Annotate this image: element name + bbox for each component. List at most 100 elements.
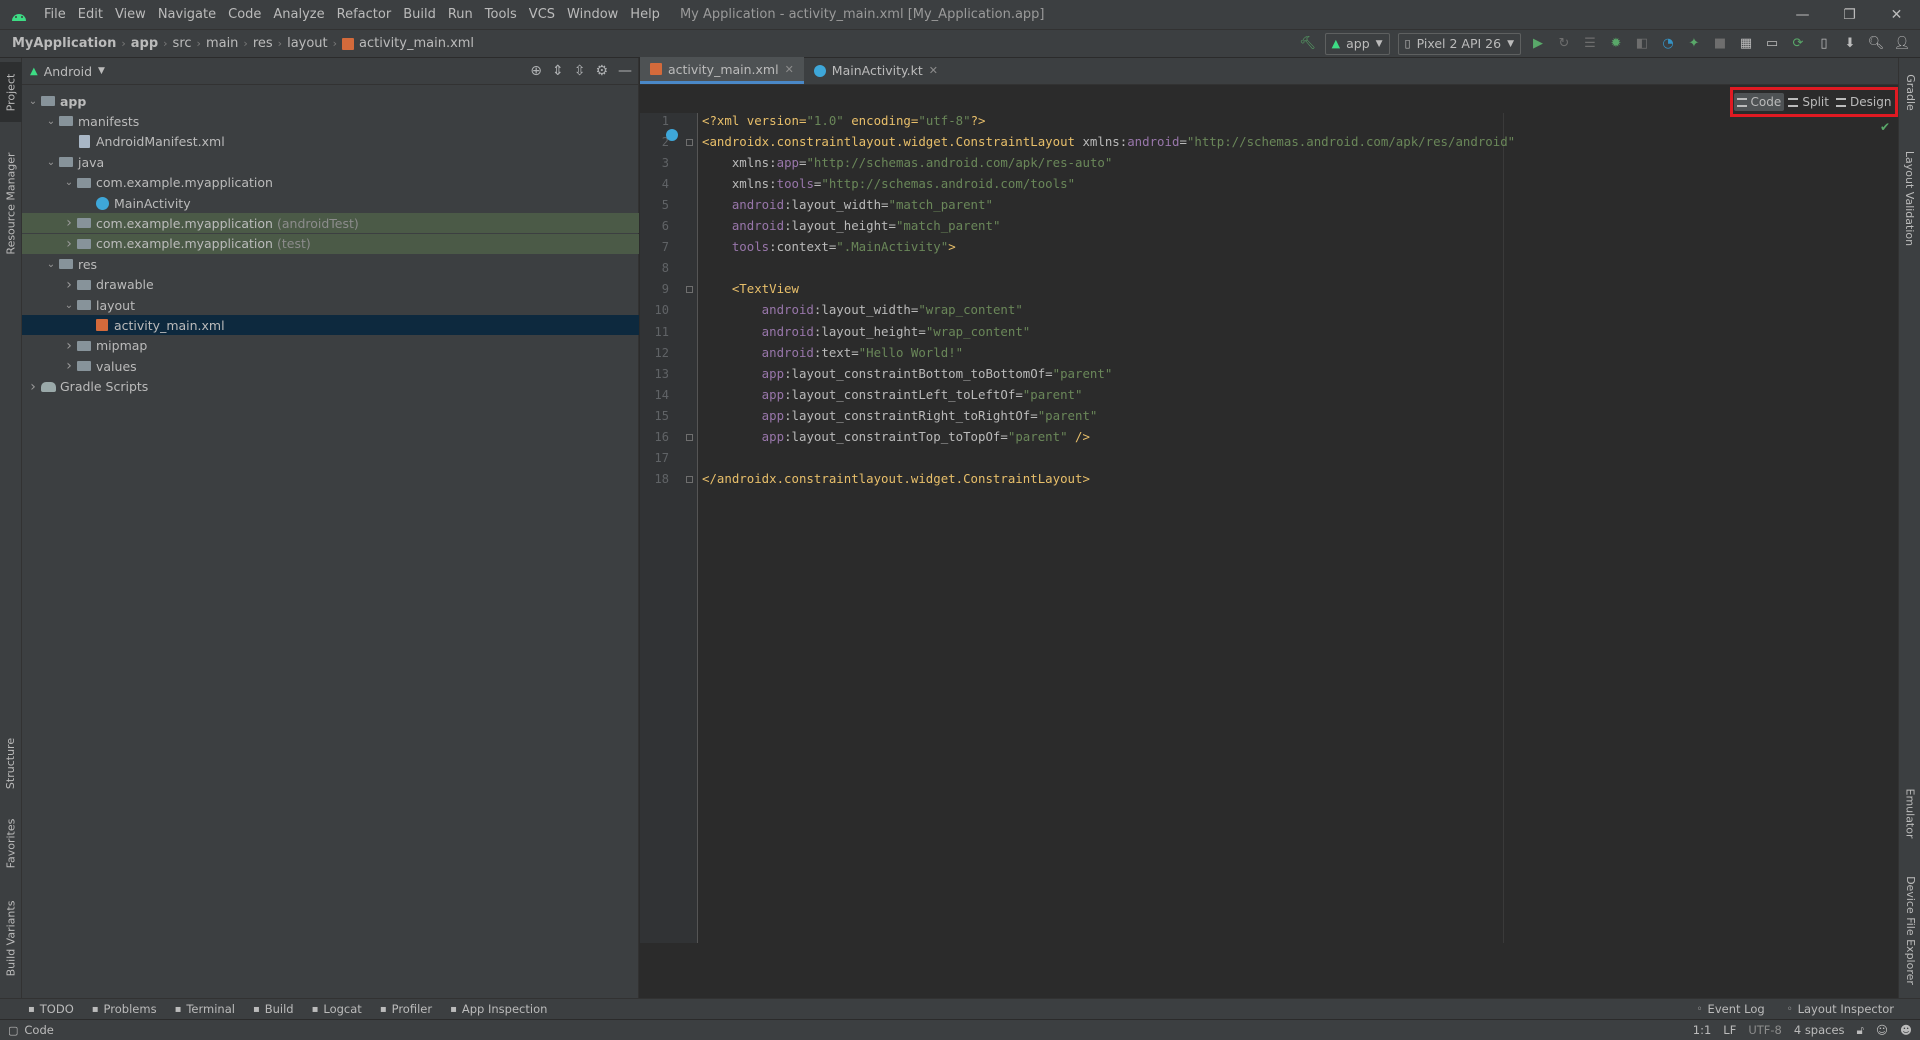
editor-tab[interactable]: activity_main.xml ✕ [640,57,804,84]
tool-app-inspection[interactable]: ▪ App Inspection [450,1002,547,1016]
tool-profiler[interactable]: ▪ Profiler [380,1002,432,1016]
chevron-right-icon[interactable]: › [62,215,76,231]
menu-item-help[interactable]: Help [624,7,666,22]
apply-changes-icon[interactable]: ↻ [1552,32,1576,56]
tree-item[interactable]: activity_main.xml [22,315,639,336]
smiley-icon[interactable]: ☺ [1876,1023,1888,1038]
menu-item-file[interactable]: File [38,7,72,22]
feedback-icon[interactable]: ☻ [1900,1023,1912,1038]
layout-inspector-icon[interactable]: ▭ [1760,32,1784,56]
apply-code-changes-icon[interactable]: ☰ [1578,32,1602,56]
tool-event-log[interactable]: ◦ Event Log [1697,1002,1765,1016]
profile-icon[interactable]: ◔ [1656,32,1680,56]
tree-item[interactable]: › values [22,356,639,376]
locate-icon[interactable]: ⊕ [530,63,542,79]
tree-item[interactable]: ⌄ java [22,152,639,172]
breadcrumb-item[interactable]: res [253,36,273,51]
editor-tab[interactable]: MainActivity.kt ✕ [804,57,948,84]
restore-icon[interactable]: ❐ [1826,0,1873,29]
chevron-down-icon[interactable]: ⌄ [44,259,58,270]
fold-icon[interactable] [686,433,693,441]
close-icon[interactable]: ✕ [1873,0,1920,29]
fold-icon[interactable] [686,139,693,147]
chevron-down-icon[interactable]: ⌄ [26,96,40,107]
tree-item[interactable]: ⌄ layout [22,295,639,315]
tab-resource-manager[interactable]: Resource Manager [0,138,22,268]
avd-manager-icon[interactable]: ▯ [1812,32,1836,56]
fold-icon[interactable] [686,475,693,483]
tree-item[interactable]: AndroidManifest.xml [22,132,639,152]
breadcrumb-item[interactable]: MyApplication [12,36,116,51]
search-icon[interactable]: 🔍︎ [1864,32,1888,56]
file-encoding[interactable]: UTF-8 [1748,1023,1782,1038]
menu-item-vcs[interactable]: VCS [523,7,561,22]
menu-item-run[interactable]: Run [442,7,479,22]
line-separator[interactable]: LF [1723,1023,1736,1038]
tool-terminal[interactable]: ▪ Terminal [175,1002,235,1016]
chevron-right-icon[interactable]: › [62,358,76,374]
breadcrumb-item[interactable]: activity_main.xml [342,36,474,51]
tab-device-file-explorer[interactable]: Device File Explorer [1899,868,1920,993]
chevron-right-icon[interactable]: › [26,379,40,395]
tool-todo[interactable]: ▪ TODO [28,1002,74,1016]
tree-item[interactable]: ⌄ com.example.myapplication [22,173,639,193]
caret-position[interactable]: 1:1 [1693,1023,1712,1038]
breadcrumb-item[interactable]: app [131,36,158,51]
fold-icon[interactable] [686,286,693,294]
chevron-down-icon[interactable]: ⌄ [44,157,58,168]
lock-icon[interactable]: 🔓︎ [1857,1023,1864,1038]
chevron-right-icon[interactable]: › [62,338,76,354]
hide-icon[interactable]: — [618,63,632,79]
menu-item-code[interactable]: Code [222,7,267,22]
view-mode-code-button[interactable]: Code [1733,93,1785,111]
run-icon[interactable]: ▶ [1526,32,1550,56]
account-icon[interactable]: 👤︎ [1890,32,1914,56]
close-tab-icon[interactable]: ✕ [929,64,938,77]
chevron-right-icon[interactable]: › [62,277,76,293]
tree-item[interactable]: ⌄ app [22,91,639,111]
menu-item-edit[interactable]: Edit [72,7,109,22]
tool-logcat[interactable]: ▪ Logcat [312,1002,362,1016]
tree-item[interactable]: ⌄ res [22,254,639,274]
breadcrumb-item[interactable]: layout [287,36,328,51]
tree-item[interactable]: › com.example.myapplication (test) [22,233,639,254]
view-mode-split-button[interactable]: Split [1785,93,1832,111]
chevron-down-icon[interactable]: ⌄ [62,300,76,311]
menu-item-view[interactable]: View [109,7,152,22]
project-view-select[interactable]: ▲ Android ▼ [30,64,105,79]
chevron-right-icon[interactable]: › [62,236,76,252]
code-editor[interactable]: <?xml version="1.0" encoding="utf-8"?> <a… [702,113,1882,943]
menu-item-navigate[interactable]: Navigate [152,7,222,22]
minimize-icon[interactable]: — [1779,0,1826,29]
tab-favorites[interactable]: Favorites [0,808,22,878]
tab-build-variants[interactable]: Build Variants [0,888,22,988]
indent-setting[interactable]: 4 spaces [1794,1023,1845,1038]
breadcrumb-item[interactable]: main [206,36,238,51]
expand-all-icon[interactable]: ⇕ [552,63,564,79]
tree-item[interactable]: › com.example.myapplication (androidTest) [22,213,639,234]
tree-item[interactable]: MainActivity [22,193,639,213]
stop-icon[interactable]: ■ [1708,32,1732,56]
menu-item-window[interactable]: Window [561,7,624,22]
chevron-down-icon[interactable]: ⌄ [62,177,76,188]
sdk-manager-icon[interactable]: ⬇ [1838,32,1862,56]
menu-item-tools[interactable]: Tools [479,7,523,22]
tool-problems[interactable]: ▪ Problems [92,1002,157,1016]
run-with-coverage-icon[interactable]: ◧ [1630,32,1654,56]
menu-item-refactor[interactable]: Refactor [331,7,398,22]
attach-debugger-icon[interactable]: ✦ [1682,32,1706,56]
kotlin-class-icon[interactable] [666,129,678,141]
close-tab-icon[interactable]: ✕ [785,63,794,76]
breadcrumb-item[interactable]: src [173,36,192,51]
tool-build[interactable]: ▪ Build [253,1002,294,1016]
tab-layout-validation[interactable]: Layout Validation [1899,138,1920,258]
tree-item[interactable]: › drawable [22,275,639,295]
menu-item-analyze[interactable]: Analyze [267,7,330,22]
gear-icon[interactable]: ⚙ [595,63,608,79]
collapse-all-icon[interactable]: ⇳ [574,63,586,79]
tab-structure[interactable]: Structure [0,728,22,798]
project-structure-icon[interactable]: ▦ [1734,32,1758,56]
tab-gradle[interactable]: Gradle [1899,62,1920,122]
view-mode-design-button[interactable]: Design [1833,93,1894,111]
menu-item-build[interactable]: Build [397,7,442,22]
